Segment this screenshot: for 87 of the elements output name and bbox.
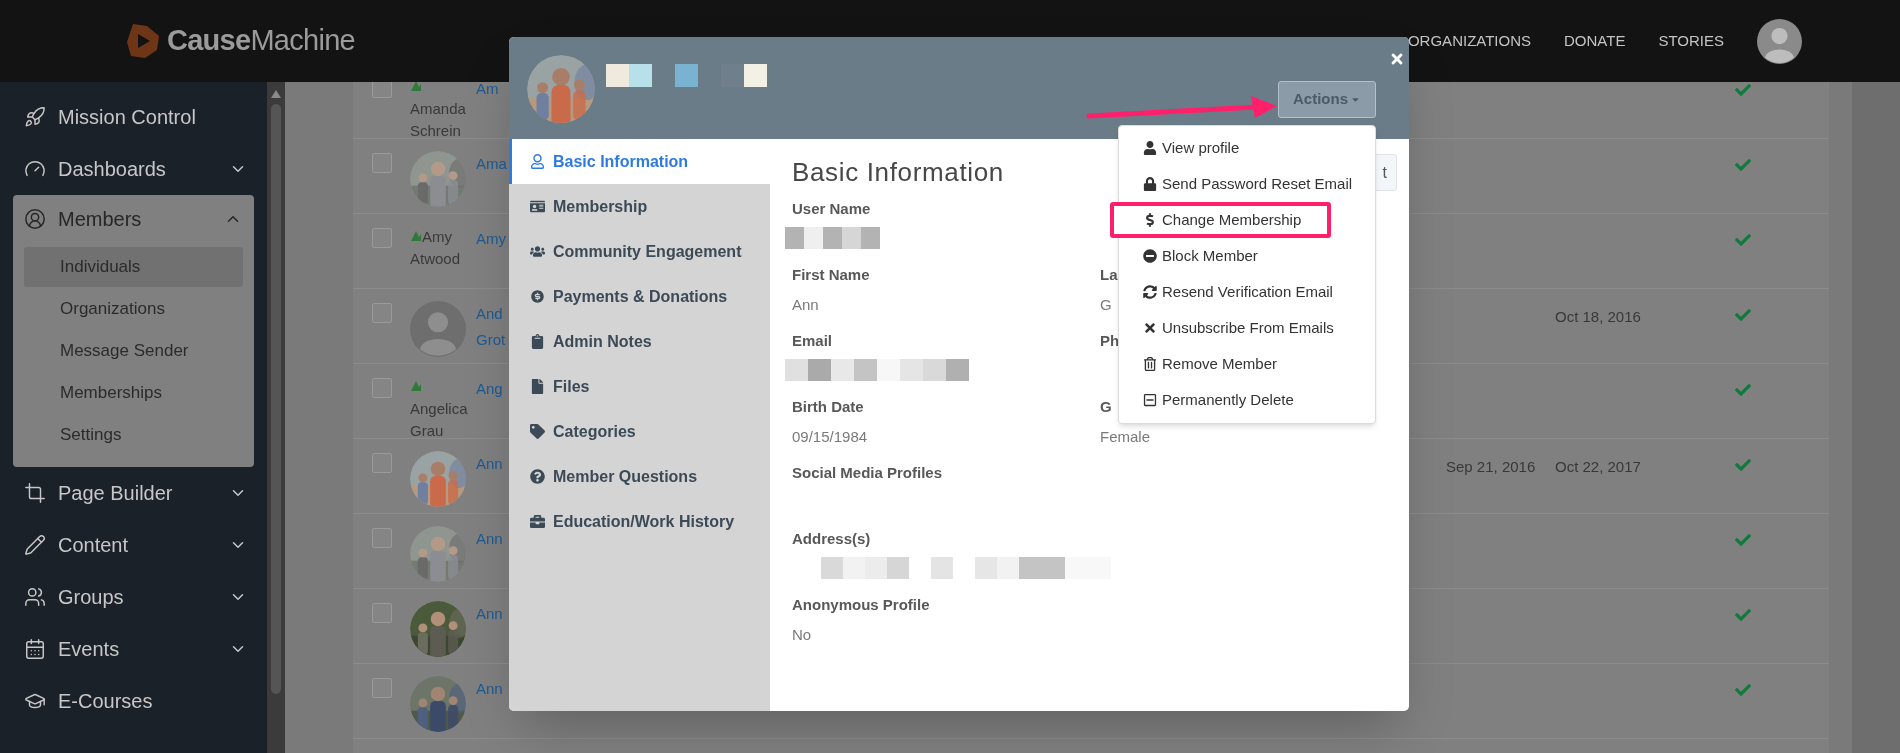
nav-link[interactable]: ORGANIZATIONS — [1407, 29, 1531, 53]
field-value: G — [1100, 296, 1112, 313]
refresh-icon — [1143, 285, 1157, 299]
row-checkbox[interactable] — [372, 378, 392, 398]
briefcase-icon — [530, 514, 545, 529]
people-icon — [24, 586, 46, 608]
pencil-icon — [24, 534, 46, 556]
field-label: First Name — [792, 265, 870, 285]
user-icon — [530, 154, 545, 169]
sidebar-subitem[interactable]: Organizations — [24, 289, 243, 329]
logo-text: CauseMachine — [167, 23, 355, 59]
sidebar-item[interactable]: Members — [13, 195, 254, 243]
tag-icon — [530, 424, 545, 439]
sidebar-item[interactable]: Events — [0, 623, 267, 675]
people-icon — [530, 244, 545, 259]
sidebar-subitem[interactable]: Settings — [24, 415, 243, 455]
dialog-tab[interactable]: Payments & Donations — [509, 274, 770, 319]
section-heading: Basic Information — [792, 156, 1004, 188]
close-icon — [1143, 321, 1157, 335]
field-value: Ann — [792, 296, 819, 313]
alt-text: Amy Atwood — [410, 227, 462, 269]
crop-icon — [24, 482, 46, 504]
sidebar-item[interactable]: Page Builder — [0, 467, 267, 519]
sidebar-item[interactable]: E-Courses — [0, 675, 267, 727]
field-label: Ph — [1100, 331, 1120, 351]
question-icon — [530, 469, 545, 484]
close-icon[interactable] — [1389, 51, 1405, 67]
calendar-icon — [24, 638, 46, 660]
dialog-tab[interactable]: Admin Notes — [509, 319, 770, 364]
field-value: Female — [1100, 428, 1151, 445]
menu-item[interactable]: Unsubscribe From Emails — [1119, 310, 1375, 346]
menu-item[interactable]: Permanently Delete — [1119, 382, 1375, 418]
field-label: Email — [792, 331, 833, 351]
field-label: La — [1100, 265, 1118, 285]
row-checkbox[interactable] — [372, 528, 392, 548]
sidebar-subitem[interactable]: Memberships — [24, 373, 243, 413]
row-checkbox[interactable] — [372, 303, 392, 323]
file-icon — [530, 379, 545, 394]
row-checkbox[interactable] — [372, 228, 392, 248]
scroll-up-icon — [271, 90, 281, 98]
dialog-tab[interactable]: Files — [509, 364, 770, 409]
menu-item[interactable]: Change Membership — [1110, 202, 1331, 238]
row-checkbox[interactable] — [372, 603, 392, 623]
table-cell: Sep 21, 2016 — [1446, 458, 1536, 475]
sidebar-item[interactable]: Content — [0, 519, 267, 571]
dialog-tab[interactable]: Community Engagement — [509, 229, 770, 274]
nav-link[interactable]: STORIES — [1658, 29, 1724, 53]
lock-icon — [1143, 177, 1157, 191]
field-label: Social Media Profiles — [792, 463, 943, 483]
table-cell: Oct 18, 2016 — [1555, 308, 1641, 325]
menu-item[interactable]: Resend Verification Email — [1119, 274, 1375, 310]
sidebar-item[interactable]: Dashboards — [0, 143, 267, 195]
alt-text: Amanda Schrein — [410, 82, 474, 142]
row-checkbox[interactable] — [372, 678, 392, 698]
field-label: Birth Date — [792, 397, 864, 417]
sidebar-subitem[interactable]: Message Sender — [24, 331, 243, 371]
logo-icon — [125, 22, 161, 60]
menu-item[interactable]: Block Member — [1119, 238, 1375, 274]
id-card-icon — [530, 199, 545, 214]
row-checkbox[interactable] — [372, 153, 392, 173]
field-value: 09/15/1984 — [792, 428, 868, 445]
field-label: Address(s) — [792, 529, 871, 549]
field-label: G — [1100, 397, 1112, 417]
rocket-icon — [24, 106, 46, 128]
dialog-tab[interactable]: Basic Information — [509, 139, 770, 184]
sidebar-item[interactable]: Mission Control — [0, 91, 267, 143]
sidebar-item[interactable]: Groups — [0, 571, 267, 623]
trash-icon — [1143, 357, 1157, 371]
nav-link[interactable]: DONATE — [1564, 29, 1626, 53]
dollar-icon — [1143, 213, 1157, 227]
dialog-tab[interactable]: Membership — [509, 184, 770, 229]
dialog-tab[interactable]: Member Questions — [509, 454, 770, 499]
table-cell: Oct 22, 2017 — [1555, 458, 1641, 475]
user-circle-icon — [24, 208, 46, 230]
clipboard-icon — [530, 334, 545, 349]
row-checkbox[interactable] — [372, 453, 392, 473]
menu-item[interactable]: Remove Member — [1119, 346, 1375, 382]
alt-text: Angelica Grau — [410, 376, 474, 442]
dialog-tab[interactable]: Education/Work History — [509, 499, 770, 544]
user-icon — [1143, 141, 1157, 155]
field-value: No — [792, 626, 812, 643]
default-avatar-icon — [410, 301, 466, 357]
user-avatar-icon — [1757, 18, 1802, 64]
row-checkbox[interactable] — [372, 82, 392, 98]
field-label: Anonymous Profile — [792, 595, 930, 615]
field-label: User Name — [792, 199, 871, 219]
dialog-tab[interactable]: Categories — [509, 409, 770, 454]
